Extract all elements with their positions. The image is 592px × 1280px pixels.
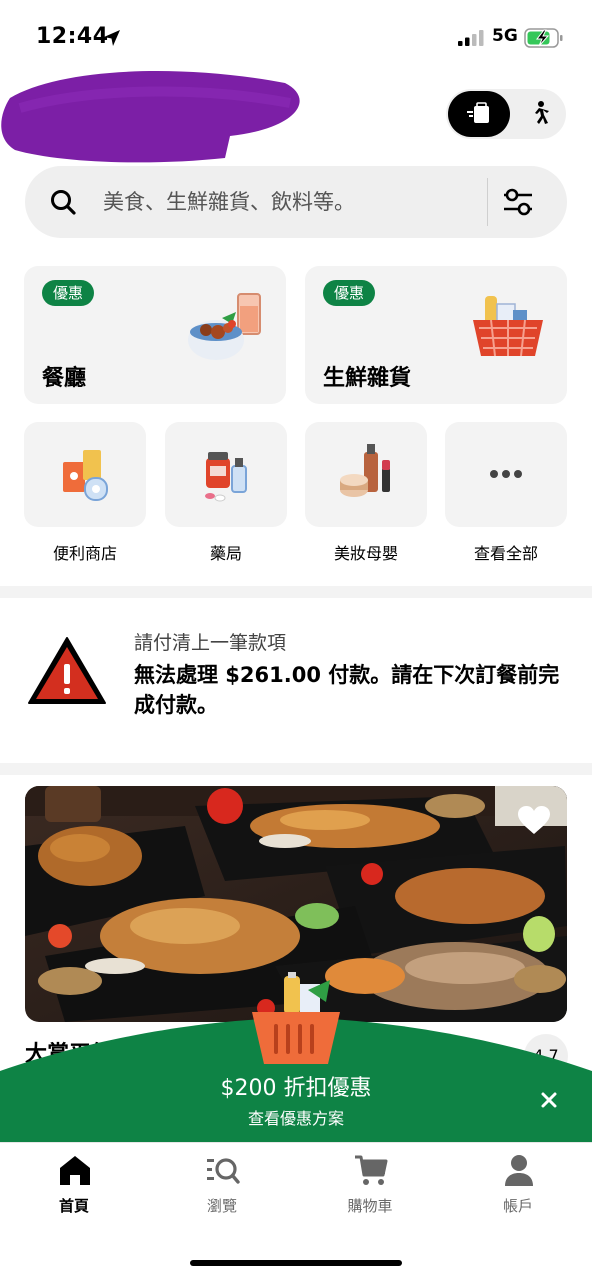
category-label: 藥局 (209, 544, 242, 563)
more-dots-icon (490, 470, 522, 478)
cosmetics-icon (340, 444, 390, 497)
deal-badge: 優惠 (323, 280, 376, 306)
category-label: 查看全部 (473, 544, 538, 563)
search-bar[interactable] (25, 166, 567, 238)
tab-home[interactable]: 首頁 (14, 1153, 134, 1229)
redaction-scribble (1, 71, 300, 163)
search-input[interactable] (103, 166, 473, 238)
category-card-grocery[interactable]: 優惠 生鮮雜貨 (305, 266, 567, 404)
walking-person-icon (535, 101, 549, 124)
account-person-icon (505, 1155, 533, 1186)
warning-triangle-icon (28, 637, 106, 704)
category-card-restaurants[interactable]: 優惠 餐廳 (24, 266, 286, 404)
promo-title: $200 折扣優惠 (220, 1076, 372, 1101)
home-icon (60, 1156, 90, 1185)
delivery-mode-toggle[interactable] (446, 89, 566, 139)
tab-label: 購物車 (347, 1197, 393, 1215)
alert-message[interactable]: 無法處理 $261.00 付款。請在下次訂餐前完成付款。 (134, 660, 564, 720)
category-label: 便利商店 (52, 544, 117, 563)
home-indicator (190, 1260, 402, 1266)
alert-title: 請付清上一筆款項 (134, 632, 287, 654)
bottom-tab-bar: 首頁 瀏覽 購物車 帳戶 (0, 1142, 592, 1252)
network-type: 5G (492, 26, 518, 46)
grocery-basket-icon (473, 296, 543, 357)
delivery-bag-icon (467, 102, 489, 123)
category-label: 美妝母嬰 (333, 544, 398, 563)
category-card-see-all[interactable] (445, 422, 567, 527)
cart-icon (355, 1155, 388, 1185)
category-card-convenience[interactable] (24, 422, 146, 527)
category-card-beauty-baby[interactable] (305, 422, 427, 527)
status-time: 12:44 (36, 24, 109, 49)
pickup-mode-button[interactable] (518, 91, 562, 137)
battery-charging-icon (524, 28, 563, 48)
tab-label: 帳戶 (502, 1197, 533, 1215)
food-bowl-icon (188, 293, 261, 360)
section-divider (0, 763, 592, 775)
category-label: 餐廳 (42, 366, 87, 391)
favorite-heart-icon[interactable] (517, 805, 551, 835)
delivery-mode-button[interactable] (448, 91, 510, 137)
filter-sliders-icon[interactable] (500, 186, 536, 218)
tab-browse[interactable]: 瀏覽 (162, 1153, 282, 1229)
cellular-signal-icon (458, 30, 484, 46)
search-divider (487, 178, 488, 226)
close-icon[interactable] (536, 1087, 562, 1113)
location-arrow-icon (104, 30, 120, 46)
convenience-store-icon (63, 450, 108, 501)
tab-label: 首頁 (58, 1197, 89, 1215)
section-divider (0, 586, 592, 598)
status-bar: 12:44 5G (0, 22, 592, 54)
tab-account[interactable]: 帳戶 (458, 1153, 578, 1229)
category-card-pharmacy[interactable] (165, 422, 287, 527)
deal-badge: 優惠 (42, 280, 95, 306)
tab-label: 瀏覽 (206, 1197, 237, 1215)
browse-search-icon (207, 1158, 240, 1184)
tab-cart[interactable]: 購物車 (310, 1153, 430, 1229)
grocery-basket-icon (252, 972, 340, 1064)
pharmacy-icon (205, 452, 247, 502)
category-label: 生鮮雜貨 (323, 366, 412, 391)
promo-subtitle[interactable]: 查看優惠方案 (0, 1105, 592, 1129)
search-icon (51, 190, 76, 215)
